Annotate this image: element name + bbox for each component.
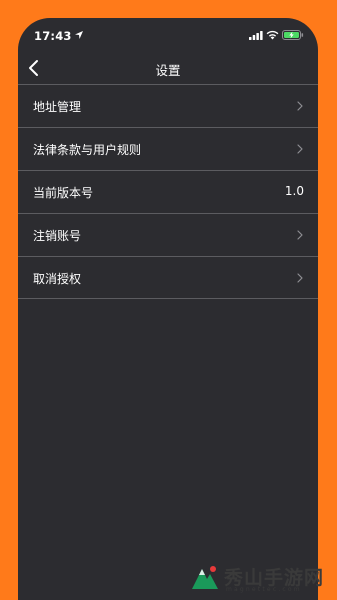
chevron-right-icon xyxy=(297,144,303,154)
version-value: 1.0 xyxy=(284,184,304,198)
location-arrow-icon xyxy=(75,31,83,39)
settings-list: 地址管理 法律条款与用户规则 当前版本号 1.0 注销账号 取消授权 xyxy=(18,84,318,299)
battery-charging-icon xyxy=(282,30,304,40)
settings-item-label: 注销账号 xyxy=(33,229,82,243)
status-bar: 17:43 xyxy=(18,18,318,54)
settings-item-label: 取消授权 xyxy=(33,272,82,286)
settings-item-label: 当前版本号 xyxy=(33,186,94,200)
settings-item-revoke-authorization[interactable]: 取消授权 xyxy=(18,256,318,299)
chevron-right-icon xyxy=(297,101,303,111)
navigation-bar: 设置 xyxy=(18,54,318,84)
settings-item-delete-account[interactable]: 注销账号 xyxy=(18,213,318,256)
mountain-logo-icon xyxy=(192,566,218,589)
phone-screen: 17:43 设置 地址管理 法律条款与用户规则 当前版本号 1.0 注销账号 取… xyxy=(18,18,318,600)
chevron-right-icon xyxy=(297,273,303,283)
settings-item-version: 当前版本号 1.0 xyxy=(18,170,318,213)
settings-item-legal-terms[interactable]: 法律条款与用户规则 xyxy=(18,127,318,170)
status-time: 17:43 xyxy=(34,29,72,43)
watermark-subtext: magnettec.com xyxy=(226,586,302,593)
chevron-right-icon xyxy=(297,230,303,240)
settings-item-label: 地址管理 xyxy=(33,100,82,114)
settings-item-label: 法律条款与用户规则 xyxy=(33,143,142,157)
site-watermark: 秀山手游网 magnettec.com xyxy=(186,561,336,597)
page-title: 设置 xyxy=(155,63,181,78)
settings-item-address[interactable]: 地址管理 xyxy=(18,84,318,127)
wifi-icon xyxy=(266,30,279,40)
cellular-signal-icon xyxy=(249,31,263,40)
